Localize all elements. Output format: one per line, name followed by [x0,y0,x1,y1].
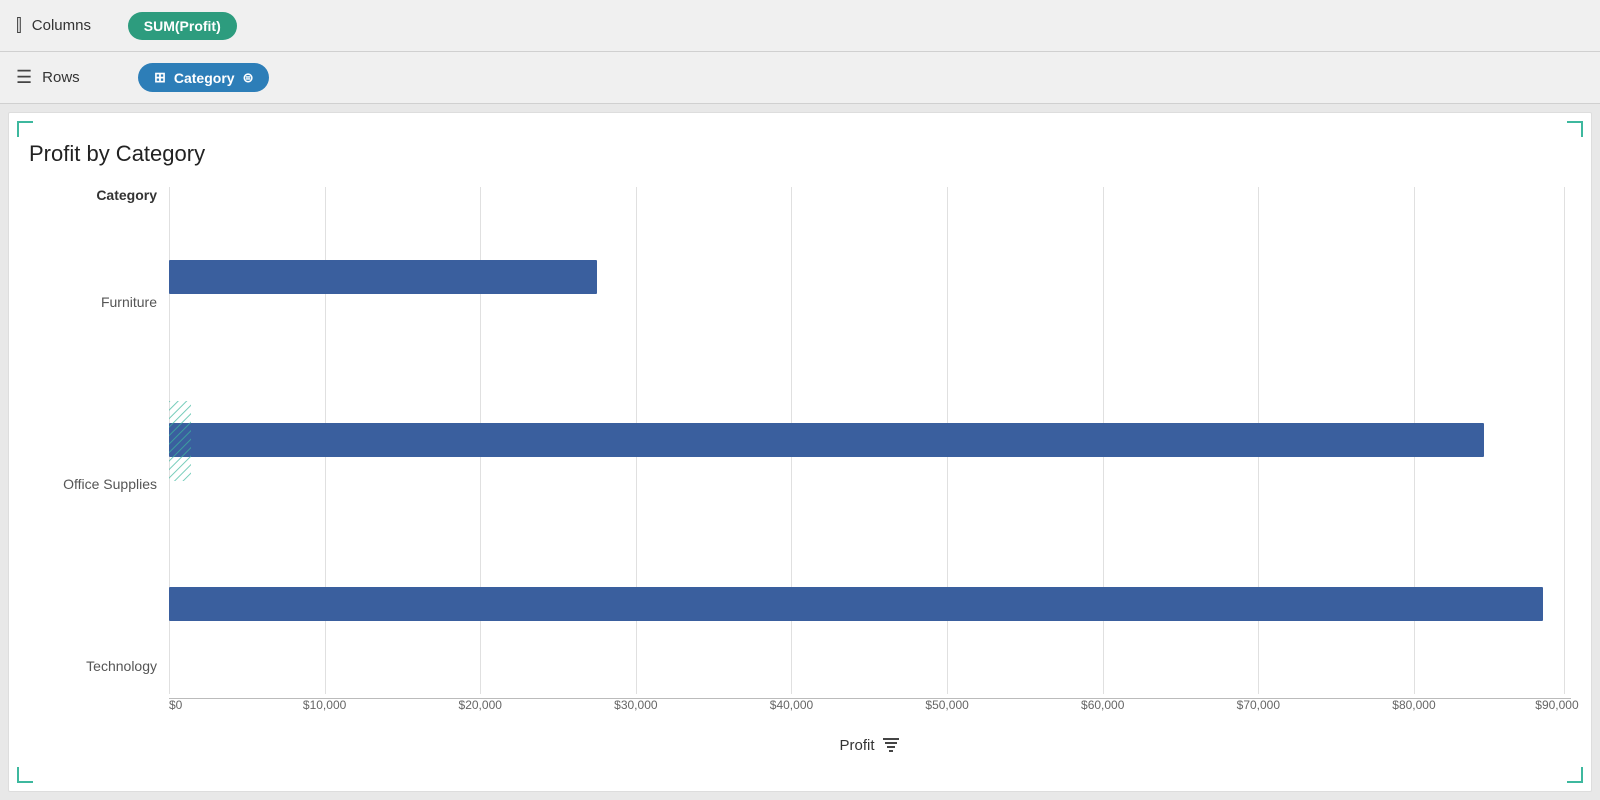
bars-section [169,187,1571,694]
x-tick-90k: $90,000 [1535,698,1578,712]
rows-toolbar-row: ☰ Rows ⊞ Category ⊜ [0,52,1600,104]
x-tick-60k: $60,000 [1081,698,1124,712]
columns-icon: ⫿ [16,15,22,36]
x-axis: $0 $10,000 $20,000 $30,000 $40,000 $50,0… [169,698,1571,726]
columns-pill-label: SUM(Profit) [144,18,221,34]
bars-wrapper [169,187,1571,694]
columns-label: Columns [32,17,112,34]
y-label-technology: Technology [63,659,157,673]
y-label-furniture: Furniture [63,295,157,309]
x-tick-20k: $20,000 [459,698,502,712]
chart-container: Profit by Category Category Furniture Of… [8,112,1592,792]
y-labels-list: Furniture Office Supplies Technology [63,211,157,757]
chart-title: Profit by Category [29,141,1571,167]
columns-pill[interactable]: SUM(Profit) [128,12,237,40]
x-tick-80k: $80,000 [1392,698,1435,712]
chart-area: Category Furniture Office Supplies Techn… [29,187,1571,757]
y-label-office-supplies: Office Supplies [63,477,157,491]
rows-pill-filter-icon: ⊜ [243,70,254,86]
x-axis-line [169,698,1571,699]
hatch-indicator [169,401,191,481]
corner-bracket-bl [17,767,33,783]
rows-label: Rows [42,69,122,86]
corner-bracket-br [1567,767,1583,783]
y-axis-header: Category [96,187,157,203]
x-tick-0: $0 [169,698,182,712]
rows-pill[interactable]: ⊞ Category ⊜ [138,63,269,92]
x-tick-70k: $70,000 [1237,698,1280,712]
rows-icon: ☰ [16,67,32,88]
axis-label-area: Profit [169,734,1571,757]
bar-row-office-supplies [169,421,1571,459]
x-axis-label: Profit [839,737,874,754]
corner-bracket-tl [17,121,33,137]
bar-technology[interactable] [169,587,1543,621]
x-tick-10k: $10,000 [303,698,346,712]
x-tick-40k: $40,000 [770,698,813,712]
bar-row-furniture [169,258,1571,296]
corner-bracket-tr [1567,121,1583,137]
y-axis-labels: Category Furniture Office Supplies Techn… [29,187,169,757]
sort-icon[interactable] [881,734,901,757]
plot-area: $0 $10,000 $20,000 $30,000 $40,000 $50,0… [169,187,1571,757]
columns-toolbar-row: ⫿ Columns SUM(Profit) [0,0,1600,52]
rows-pill-prefix: ⊞ [154,69,166,86]
bar-furniture[interactable] [169,260,597,294]
x-tick-30k: $30,000 [614,698,657,712]
x-tick-50k: $50,000 [925,698,968,712]
rows-pill-label: Category [174,70,235,86]
bar-office-supplies[interactable] [169,423,1484,457]
bar-row-technology [169,585,1571,623]
